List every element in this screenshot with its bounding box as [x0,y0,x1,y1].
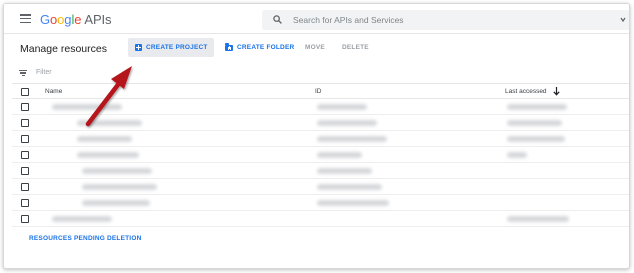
redacted-name [52,104,122,110]
redacted-id [317,184,382,190]
redacted-date [507,104,567,110]
filter-bar[interactable]: Filter [4,64,629,82]
row-checkbox[interactable] [21,103,29,111]
add-box-icon [135,44,142,51]
table-row[interactable] [12,179,629,195]
create-project-button[interactable]: CREATE PROJECT [128,38,214,57]
arrow-down-icon[interactable] [553,86,560,96]
resources-pending-deletion-link[interactable]: RESOURCES PENDING DELETION [29,235,141,242]
search-box[interactable]: Search for APIs and Services [262,10,629,30]
redacted-id [317,120,377,126]
redacted-name [77,120,142,126]
redacted-name [52,216,112,222]
redacted-date [507,120,562,126]
redacted-id [317,152,362,158]
redacted-id [317,104,367,110]
redacted-name [82,168,152,174]
redacted-id [317,168,372,174]
redacted-name [82,184,157,190]
table-row[interactable] [12,195,629,211]
row-checkbox[interactable] [21,199,29,207]
redacted-date [507,136,565,142]
delete-button[interactable]: DELETE [342,38,369,57]
row-checkbox[interactable] [21,135,29,143]
menu-icon[interactable] [20,14,31,24]
search-input[interactable]: Search for APIs and Services [293,15,404,25]
row-checkbox[interactable] [21,215,29,223]
column-id[interactable]: ID [315,88,322,95]
create-folder-button[interactable]: CREATE FOLDER [223,38,295,57]
table-row[interactable] [12,211,629,227]
row-checkbox[interactable] [21,183,29,191]
search-icon [273,15,282,24]
toolbar: Manage resources CREATE PROJECT CREATE F… [4,35,629,59]
google-apis-logo[interactable]: Google APIs [40,12,112,27]
row-checkbox[interactable] [21,119,29,127]
table-row[interactable] [12,115,629,131]
chevron-down-icon[interactable] [620,16,626,24]
row-checkbox[interactable] [21,167,29,175]
move-button[interactable]: MOVE [305,38,325,57]
redacted-name [77,136,132,142]
page-title: Manage resources [20,43,107,55]
table-row[interactable] [12,131,629,147]
resources-table: Name ID Last accessed [12,83,629,227]
redacted-id [317,200,389,206]
column-name[interactable]: Name [45,88,62,95]
table-row[interactable] [12,99,629,115]
redacted-date [507,152,527,158]
table-row[interactable] [12,147,629,163]
redacted-name [77,152,139,158]
filter-icon [19,70,27,76]
select-all-checkbox[interactable] [21,88,29,96]
table-header: Name ID Last accessed [12,83,629,99]
redacted-name [82,200,150,206]
app-window: Google APIs Search for APIs and Services … [3,3,630,269]
table-row[interactable] [12,163,629,179]
column-last-accessed[interactable]: Last accessed [505,88,547,95]
folder-add-icon [225,43,233,51]
top-bar: Google APIs Search for APIs and Services [4,4,629,34]
row-checkbox[interactable] [21,151,29,159]
filter-input[interactable]: Filter [36,69,52,76]
redacted-id [317,136,387,142]
redacted-date [507,216,569,222]
